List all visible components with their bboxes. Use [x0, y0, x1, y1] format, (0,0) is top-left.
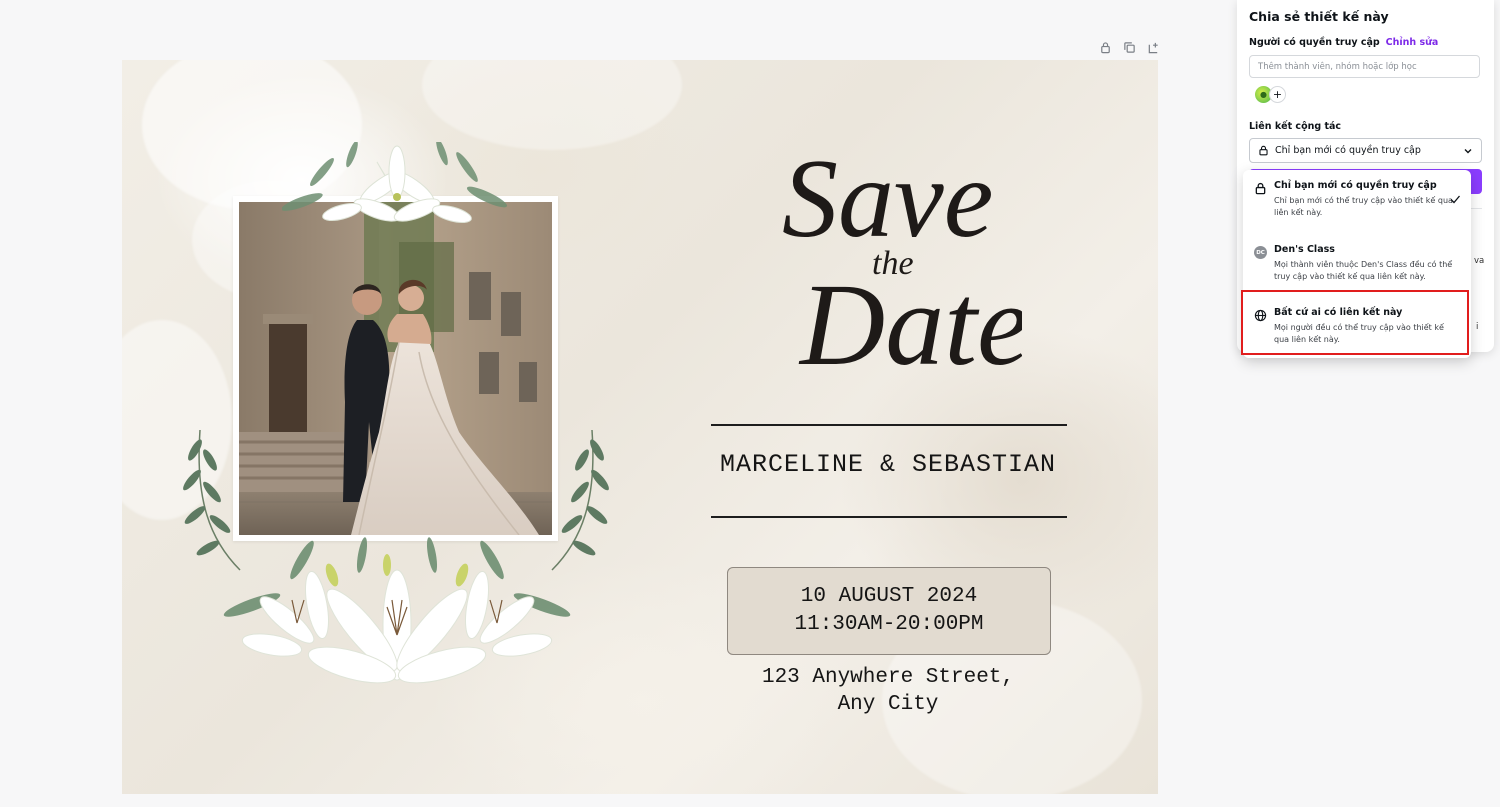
event-address[interactable]: 123 Anywhere Street, Any City	[712, 664, 1064, 718]
team-badge: DC	[1254, 246, 1267, 259]
add-page-icon[interactable]	[1146, 40, 1160, 54]
photo-frame[interactable]	[233, 196, 558, 541]
collab-selected-value: Chỉ bạn mới có quyền truy cập	[1275, 145, 1421, 156]
option-description: Mọi người đều có thể truy cập vào thiết …	[1274, 323, 1444, 344]
date-time-box[interactable]: 10 AUGUST 2024 11:30AM-20:00PM	[727, 567, 1051, 655]
access-label: Người có quyền truy cập	[1249, 37, 1380, 48]
option-title: Den's Class	[1274, 244, 1335, 255]
address-line-1: 123 Anywhere Street,	[761, 666, 1015, 689]
globe-icon	[1254, 309, 1267, 322]
option-title: Bất cứ ai có liên kết này	[1274, 307, 1403, 318]
member-search-input[interactable]: Thêm thành viên, nhóm hoặc lớp học	[1249, 55, 1480, 78]
chevron-down-icon	[1463, 146, 1473, 156]
member-avatars: ● +	[1255, 86, 1286, 103]
panel-peek-text-1: va	[1474, 256, 1485, 266]
collab-link-label: Liên kết cộng tác	[1249, 121, 1342, 132]
title-date: Date	[798, 259, 1022, 384]
bottom-divider-line	[711, 516, 1067, 518]
checkmark-icon	[1450, 195, 1460, 204]
title-save: Save	[782, 137, 993, 261]
couple-photo[interactable]	[239, 202, 552, 535]
option-only-you[interactable]: Chỉ bạn mới có quyền truy cập Chỉ bạn mớ…	[1243, 170, 1471, 232]
canvas-toolbar	[1098, 40, 1160, 54]
duplicate-icon[interactable]	[1122, 40, 1136, 54]
lock-icon[interactable]	[1098, 40, 1112, 54]
access-row: Người có quyền truy cập Chỉnh sửa	[1249, 37, 1438, 48]
option-title: Chỉ bạn mới có quyền truy cập	[1274, 180, 1437, 191]
collab-link-select[interactable]: Chỉ bạn mới có quyền truy cập	[1249, 138, 1482, 163]
top-divider-line	[711, 424, 1067, 426]
option-anyone-with-link[interactable]: Bất cứ ai có liên kết này Mọi người đều …	[1243, 297, 1471, 357]
option-team-class[interactable]: DC Den's Class Mọi thành viên thuộc Den'…	[1243, 234, 1471, 292]
edit-access-link[interactable]: Chỉnh sửa	[1386, 37, 1439, 48]
share-panel-title: Chia sẻ thiết kế này	[1249, 9, 1389, 24]
design-canvas[interactable]: Save the Date MARCELINE & SEBASTIAN 10 A…	[122, 60, 1158, 794]
option-description: Chỉ bạn mới có thể truy cập vào thiết kế…	[1274, 196, 1453, 217]
background-petal	[122, 320, 232, 520]
background-petal	[422, 60, 682, 150]
lock-icon	[1258, 145, 1269, 156]
panel-peek-text-2: i	[1476, 322, 1479, 332]
save-the-date-title[interactable]: Save the Date	[762, 124, 1029, 390]
collab-access-dropdown: Chỉ bạn mới có quyền truy cập Chỉ bạn mớ…	[1243, 170, 1471, 358]
event-date: 10 AUGUST 2024	[800, 585, 978, 608]
add-member-button[interactable]: +	[1269, 86, 1286, 103]
team-badge-initials: DC	[1254, 246, 1267, 259]
address-line-2: Any City	[837, 693, 939, 716]
event-time: 11:30AM-20:00PM	[794, 613, 984, 636]
option-description: Mọi thành viên thuộc Den's Class đều có …	[1274, 260, 1453, 281]
lock-icon	[1254, 182, 1267, 195]
couple-names[interactable]: MARCELINE & SEBASTIAN	[682, 450, 1094, 479]
bottom-lily-decoration	[223, 537, 571, 684]
